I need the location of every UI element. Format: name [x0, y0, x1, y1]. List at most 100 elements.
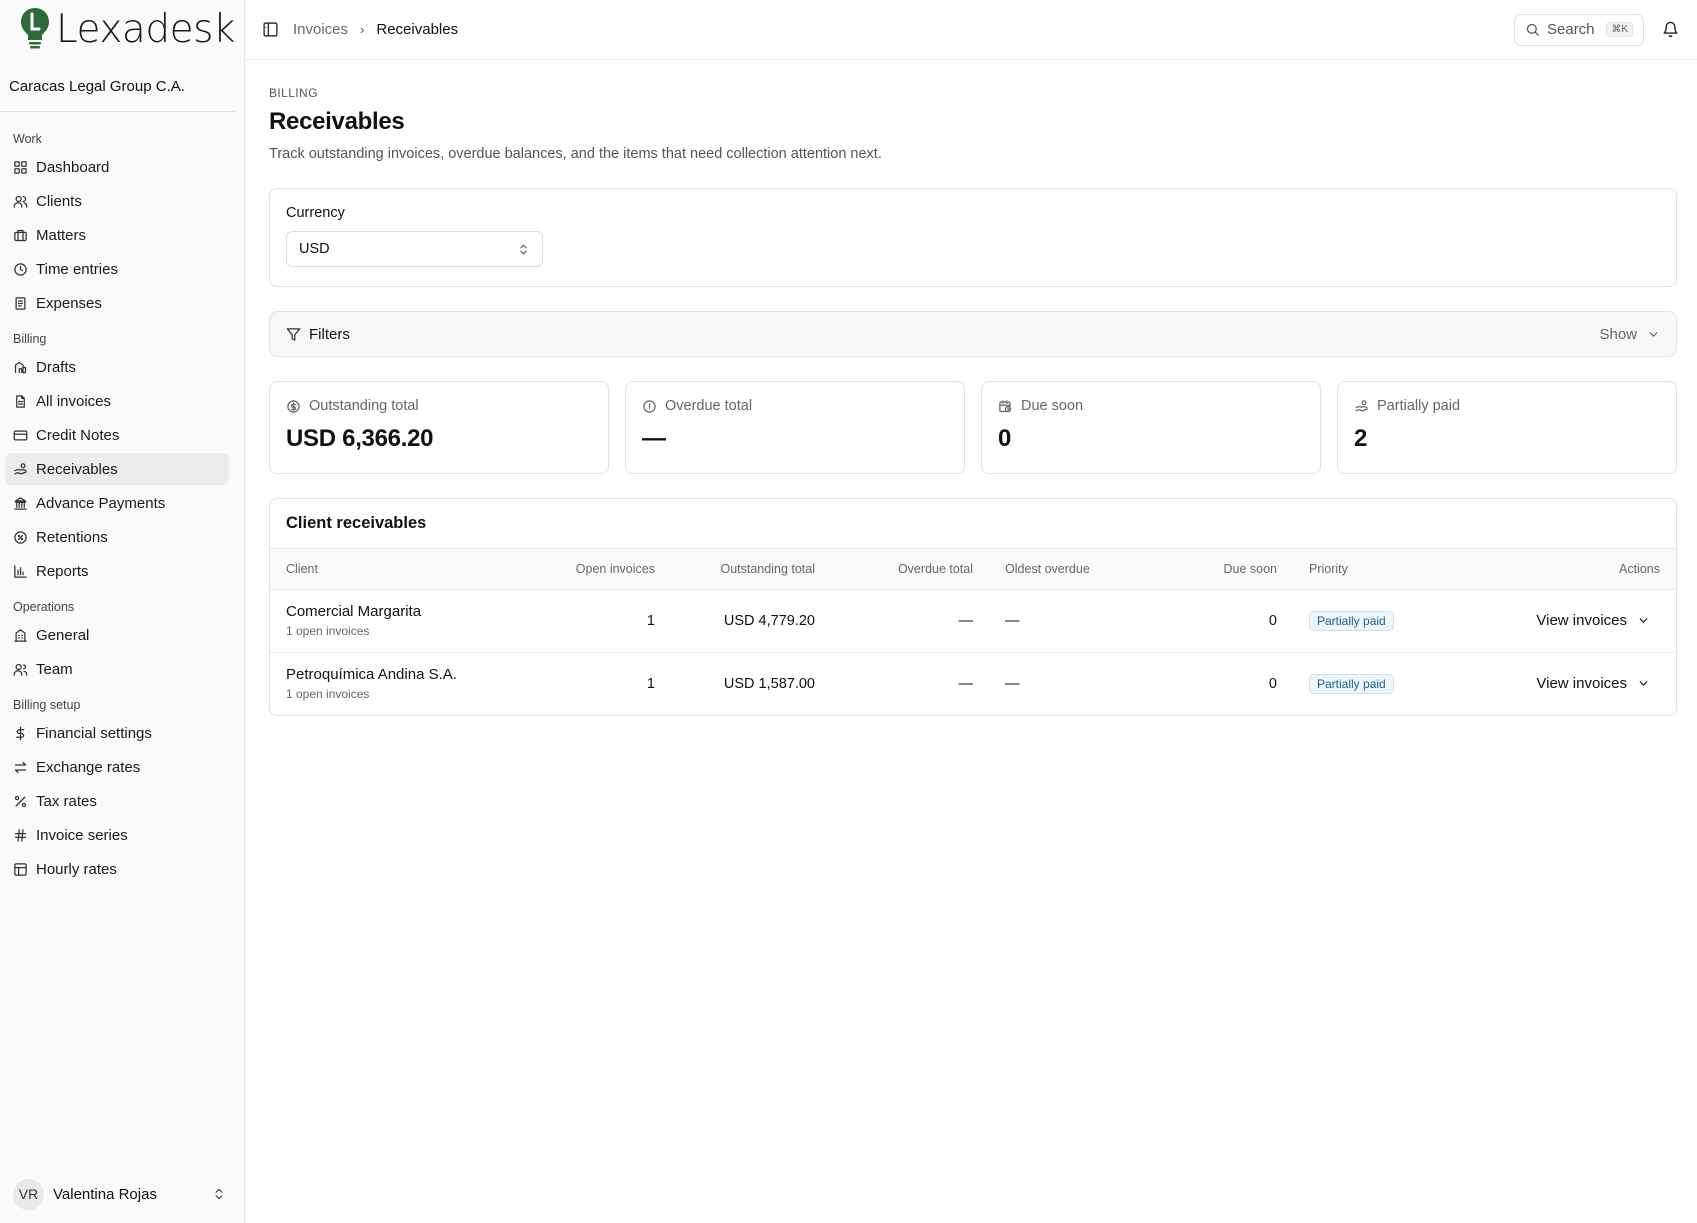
- search-button[interactable]: Search ⌘K: [1514, 13, 1644, 46]
- sidebar-item-label: Expenses: [36, 294, 102, 312]
- chevrons-up-down-icon: [520, 244, 527, 254]
- sidebar-item-receivables[interactable]: Receivables: [5, 453, 229, 485]
- column-header: Due soon: [1160, 549, 1277, 590]
- notifications-bell-icon[interactable]: [1662, 21, 1679, 38]
- table-row: Petroquímica Andina S.A. 1 open invoices 1…: [270, 652, 1676, 715]
- stat-card: Partially paid 2: [1337, 381, 1677, 474]
- stat-label: Outstanding total: [309, 398, 419, 414]
- view-invoices-button[interactable]: View invoices: [1536, 675, 1650, 692]
- sidebar-toggle-icon[interactable]: [262, 21, 279, 38]
- sidebar-item-time-entries[interactable]: Time entries: [5, 253, 229, 285]
- sidebar-item-general[interactable]: General: [5, 619, 229, 651]
- sidebar-item-label: Time entries: [36, 260, 118, 278]
- sidebar-item-advance-payments[interactable]: Advance Payments: [5, 487, 229, 519]
- sidebar-item-label: Hourly rates: [36, 860, 117, 878]
- main-area: Invoices › Receivables Search ⌘K BILLING…: [245, 0, 1697, 1223]
- nav-section-label: Billing setup: [13, 698, 81, 712]
- sidebar-item-label: Exchange rates: [36, 758, 141, 776]
- sidebar-item-reports[interactable]: Reports: [5, 555, 229, 587]
- chevrons-up-down-icon: [215, 1188, 223, 1200]
- sidebar-item-label: Tax rates: [36, 792, 97, 810]
- page-title: Receivables: [269, 108, 405, 135]
- sidebar-item-all-invoices[interactable]: All invoices: [5, 385, 229, 417]
- chevron-down-icon: [1639, 681, 1648, 686]
- currency-select-value: USD: [299, 241, 330, 257]
- clock-icon: [13, 262, 28, 277]
- arrows-icon: [13, 760, 28, 775]
- search-icon: [1526, 23, 1539, 36]
- percent-icon: [13, 794, 28, 809]
- page-description: Track outstanding invoices, overdue bala…: [269, 146, 882, 162]
- column-header: Actions: [1458, 549, 1676, 590]
- sidebar-item-tax-rates[interactable]: Tax rates: [5, 785, 229, 817]
- card-icon: [13, 428, 28, 443]
- sidebar-item-label: Invoice series: [36, 826, 128, 844]
- chevron-down-icon: [1639, 618, 1648, 623]
- topbar: Invoices › Receivables Search ⌘K: [245, 0, 1697, 60]
- column-header: Priority: [1277, 549, 1459, 590]
- sidebar-item-expenses[interactable]: Expenses: [5, 287, 229, 319]
- bank-icon: [13, 496, 28, 511]
- table-header-row: Client Open invoices Outstanding total O…: [270, 549, 1676, 590]
- sidebar-item-matters[interactable]: Matters: [5, 219, 229, 251]
- breadcrumb-separator-icon: ›: [360, 22, 365, 37]
- nav-section-label: Billing: [13, 332, 47, 346]
- users-icon: [13, 194, 28, 209]
- column-header: Outstanding total: [655, 549, 815, 590]
- sidebar-item-drafts[interactable]: Drafts: [5, 351, 229, 383]
- brand-name: Lexadesk: [56, 6, 235, 52]
- page-eyebrow: BILLING: [269, 86, 318, 100]
- organization-name[interactable]: Caracas Legal Group C.A.: [0, 58, 235, 112]
- sidebar-item-retentions[interactable]: Retentions: [5, 521, 229, 553]
- currency-select[interactable]: USD: [286, 231, 543, 267]
- table-title: Client receivables: [270, 499, 1676, 549]
- stat-card: Outstanding total USD 6,366.20: [269, 381, 609, 474]
- filters-bar[interactable]: Filters Show: [269, 311, 1677, 357]
- sidebar-item-team[interactable]: Team: [5, 653, 229, 685]
- stats-row: Outstanding total USD 6,366.20 Overdue tot…: [269, 381, 1677, 474]
- client-name[interactable]: Comercial Margarita: [286, 603, 516, 620]
- sidebar-item-financial-settings[interactable]: Financial settings: [5, 717, 229, 749]
- sidebar-item-label: Reports: [36, 562, 89, 580]
- sidebar-item-label: Dashboard: [36, 158, 110, 176]
- receipt-icon: [13, 296, 28, 311]
- nav-section-label: Work: [13, 132, 42, 146]
- sidebar-item-label: Credit Notes: [36, 426, 120, 444]
- sidebar-item-label: Team: [36, 660, 73, 678]
- stat-label: Due soon: [1021, 398, 1084, 414]
- sidebar-item-clients[interactable]: Clients: [5, 185, 229, 217]
- filters-label: Filters: [309, 325, 350, 343]
- sidebar-item-label: All invoices: [36, 392, 112, 410]
- view-invoices-button[interactable]: View invoices: [1536, 612, 1650, 629]
- sidebar-item-invoice-series[interactable]: Invoice series: [5, 819, 229, 851]
- column-header: Client: [270, 549, 516, 590]
- table-icon: [13, 862, 28, 877]
- client-open-count: 1 open invoices: [286, 687, 370, 702]
- filters-show-toggle[interactable]: Show: [1599, 326, 1660, 343]
- drafts-icon: [13, 360, 28, 375]
- stat-value: 2: [1354, 425, 1368, 452]
- filters-show-label: Show: [1599, 325, 1637, 343]
- sidebar-item-credit-notes[interactable]: Credit Notes: [5, 419, 229, 451]
- open-invoices-cell: 1: [516, 589, 655, 653]
- client-name[interactable]: Petroquímica Andina S.A.: [286, 666, 516, 683]
- brand-logo[interactable]: Lexadesk: [0, 0, 244, 58]
- due-soon-cell: 0: [1160, 589, 1277, 653]
- view-invoices-label: View invoices: [1536, 675, 1627, 693]
- user-menu[interactable]: VR Valentina Rojas: [13, 1177, 226, 1211]
- oldest-overdue-cell: —: [1005, 675, 1020, 692]
- sidebar-item-hourly-rates[interactable]: Hourly rates: [5, 853, 229, 885]
- sidebar-item-label: Financial settings: [36, 724, 152, 742]
- column-header: Open invoices: [516, 549, 655, 590]
- breadcrumb-invoices[interactable]: Invoices: [293, 21, 348, 38]
- building-icon: [13, 628, 28, 643]
- oldest-overdue-cell: —: [973, 589, 1160, 653]
- client-open-count: 1 open invoices: [286, 624, 370, 638]
- sidebar-item-dashboard[interactable]: Dashboard: [5, 151, 229, 183]
- sidebar-item-exchange-rates[interactable]: Exchange rates: [5, 751, 229, 783]
- page-content: BILLING Receivables Track outstanding in…: [245, 86, 1697, 716]
- receivables-table: Client Open invoices Outstanding total O…: [270, 549, 1676, 715]
- due-soon-cell: 0: [1268, 675, 1277, 692]
- sidebar-nav: Work Dashboard Clients Matters Time entries E…: [0, 129, 244, 885]
- stat-value: 0: [998, 425, 1012, 452]
